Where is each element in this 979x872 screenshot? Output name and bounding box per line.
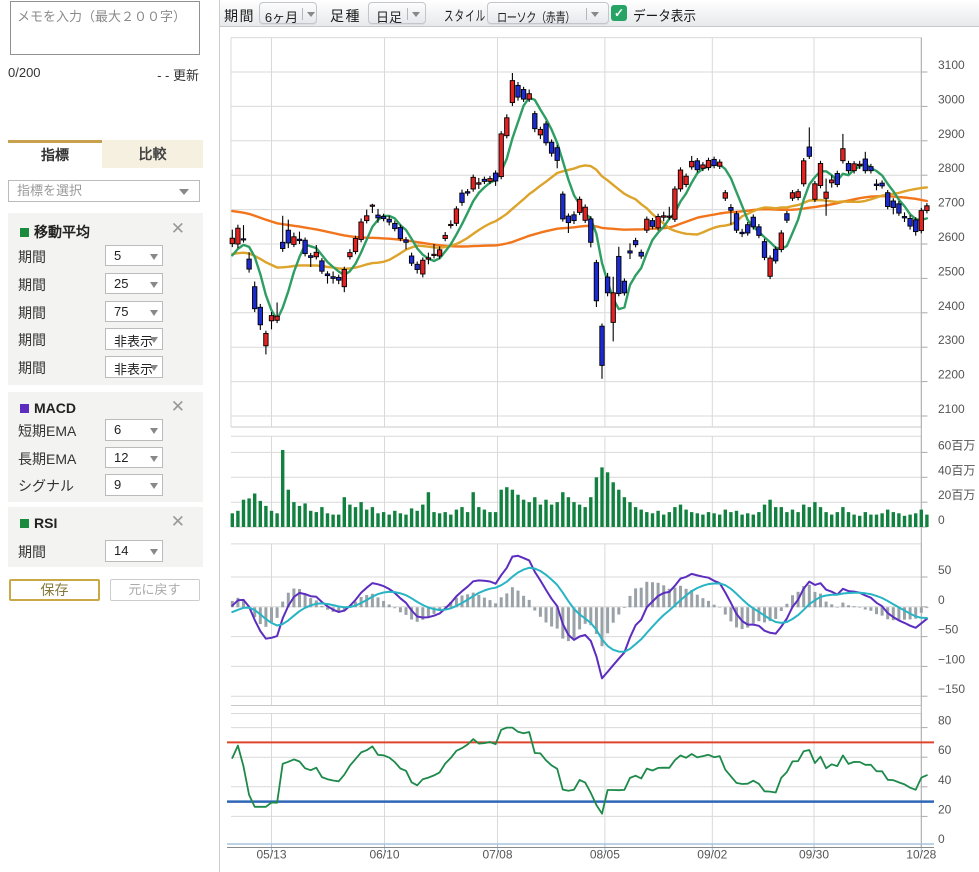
svg-text:2600: 2600 xyxy=(938,230,965,244)
svg-text:60: 60 xyxy=(938,743,952,757)
svg-text:0: 0 xyxy=(938,513,945,527)
svg-text:50: 50 xyxy=(938,563,952,577)
svg-text:3000: 3000 xyxy=(938,92,965,106)
svg-text:3100: 3100 xyxy=(938,58,965,72)
svg-text:2500: 2500 xyxy=(938,264,965,278)
svg-text:2300: 2300 xyxy=(938,333,965,347)
svg-text:06/10: 06/10 xyxy=(369,848,399,862)
svg-text:40百万: 40百万 xyxy=(938,463,975,477)
svg-text:2900: 2900 xyxy=(938,127,965,141)
svg-text:−150: −150 xyxy=(938,682,965,696)
svg-text:2200: 2200 xyxy=(938,368,965,382)
svg-text:20百万: 20百万 xyxy=(938,488,975,502)
svg-text:2700: 2700 xyxy=(938,196,965,210)
svg-text:0: 0 xyxy=(938,832,945,846)
svg-text:08/05: 08/05 xyxy=(590,848,620,862)
svg-text:09/30: 09/30 xyxy=(799,848,829,862)
svg-text:10/28: 10/28 xyxy=(906,848,936,862)
svg-text:60百万: 60百万 xyxy=(938,438,975,452)
svg-text:80: 80 xyxy=(938,714,952,728)
svg-text:−100: −100 xyxy=(938,652,965,666)
svg-text:40: 40 xyxy=(938,773,952,787)
svg-text:0: 0 xyxy=(938,593,945,607)
svg-text:07/08: 07/08 xyxy=(482,848,512,862)
svg-text:−50: −50 xyxy=(938,623,959,637)
svg-text:2100: 2100 xyxy=(938,402,965,416)
svg-text:2400: 2400 xyxy=(938,299,965,313)
svg-text:09/02: 09/02 xyxy=(697,848,727,862)
svg-text:05/13: 05/13 xyxy=(256,848,286,862)
svg-text:2800: 2800 xyxy=(938,161,965,175)
svg-text:20: 20 xyxy=(938,802,952,816)
